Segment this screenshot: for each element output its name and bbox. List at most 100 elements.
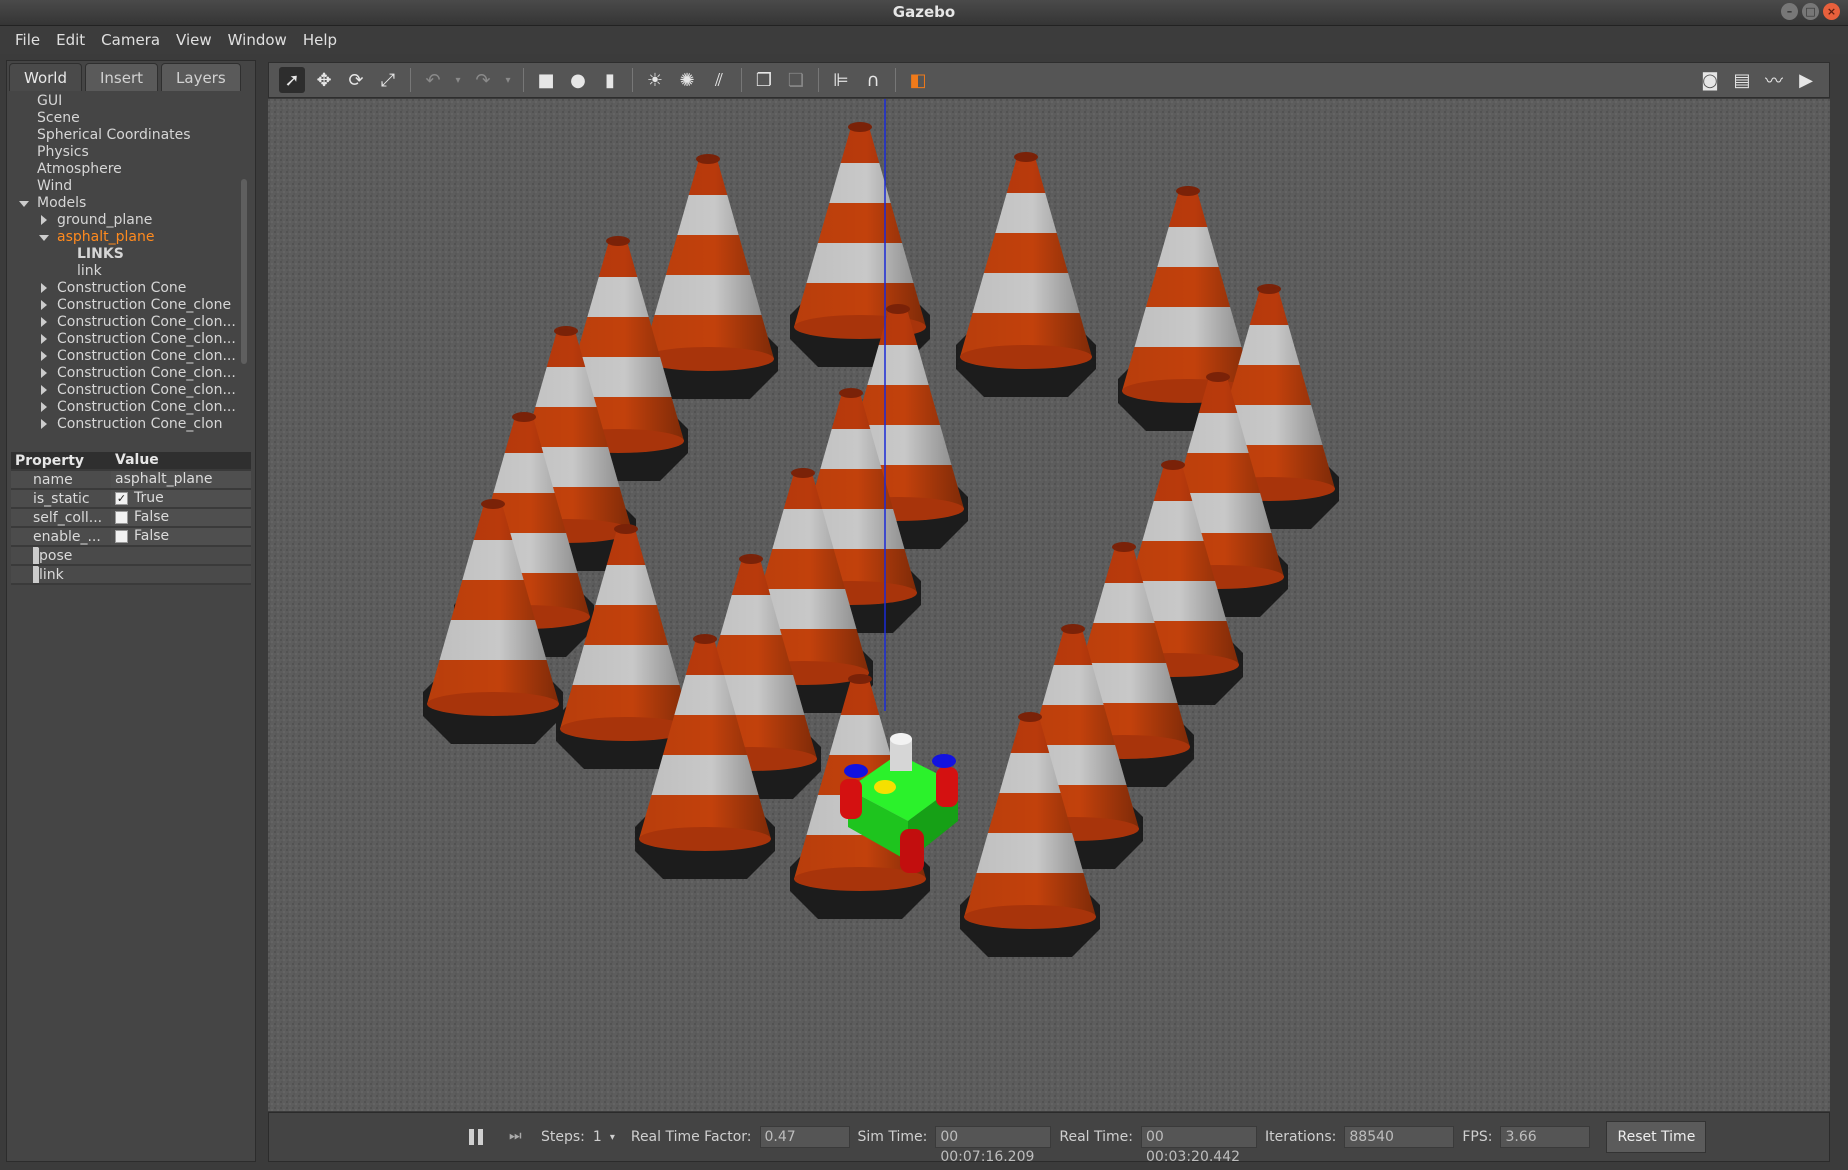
sphere-icon[interactable]: ● <box>565 67 591 93</box>
steps-dropdown-icon[interactable]: ▾ <box>610 1132 615 1143</box>
point-light-icon[interactable]: ☀ <box>642 67 668 93</box>
property-header-key: Property <box>11 452 111 469</box>
plot-icon[interactable]: 〰 <box>1761 67 1787 93</box>
rtf-field[interactable]: 0.47 <box>759 1126 850 1148</box>
checkbox[interactable]: ✓ <box>115 492 128 505</box>
menu-edit[interactable]: Edit <box>49 31 92 49</box>
box-icon[interactable]: ■ <box>533 67 559 93</box>
tree-item[interactable]: Models <box>11 195 251 212</box>
tab-insert[interactable]: Insert <box>85 63 159 91</box>
robot-sensor-top <box>890 733 912 745</box>
toolbar-separator <box>523 68 524 92</box>
tree-item-label: Construction Cone_clon... <box>57 382 236 398</box>
expand-right-icon[interactable] <box>41 385 47 395</box>
tree-item[interactable]: Construction Cone_clon... <box>11 382 251 399</box>
tree-item[interactable]: Wind <box>11 178 251 195</box>
tree-item[interactable]: Construction Cone_clone <box>11 297 251 314</box>
property-group-pose[interactable]: pose <box>11 547 251 566</box>
property-group-link[interactable]: link <box>11 566 251 585</box>
tree-item-label: GUI <box>37 93 63 109</box>
expand-down-icon[interactable] <box>39 235 49 241</box>
tree-item[interactable]: LINKS <box>11 246 251 263</box>
view-angle-icon[interactable]: ◧ <box>905 67 931 93</box>
property-value[interactable]: False <box>111 509 251 526</box>
expand-right-icon[interactable] <box>41 215 47 225</box>
expand-right-icon[interactable] <box>41 402 47 412</box>
menu-help[interactable]: Help <box>296 31 344 49</box>
expand-down-icon[interactable] <box>19 201 29 207</box>
iterations-field[interactable]: 88540 <box>1344 1126 1455 1148</box>
scene-viewport[interactable] <box>268 99 1830 1111</box>
minimize-button[interactable]: – <box>1781 3 1798 20</box>
copy-icon[interactable]: ❐ <box>751 67 777 93</box>
expand-right-icon[interactable] <box>41 351 47 361</box>
tree-item[interactable]: Scene <box>11 110 251 127</box>
tree-item[interactable]: Construction Cone_clon... <box>11 348 251 365</box>
tab-layers[interactable]: Layers <box>161 63 241 91</box>
property-key: name <box>11 471 111 488</box>
scene-render[interactable] <box>268 99 1830 1111</box>
expand-right-icon[interactable] <box>41 334 47 344</box>
tree-item[interactable]: Physics <box>11 144 251 161</box>
tree-item[interactable]: asphalt_plane <box>11 229 251 246</box>
property-value[interactable]: False <box>111 528 251 545</box>
tree-item[interactable]: ground_plane <box>11 212 251 229</box>
real-time-field[interactable]: 00 00:03:20.442 <box>1140 1126 1257 1165</box>
property-value[interactable]: ✓ True <box>111 490 251 507</box>
scale-icon[interactable]: ⤢ <box>375 67 401 93</box>
align-icon[interactable]: ⊫ <box>828 67 854 93</box>
expand-right-icon[interactable] <box>41 300 47 310</box>
menu-window[interactable]: Window <box>221 31 294 49</box>
snap-icon[interactable]: ∩ <box>860 67 886 93</box>
tree-item[interactable]: Spherical Coordinates <box>11 127 251 144</box>
undo-icon[interactable]: ↶ <box>420 67 446 93</box>
checkbox[interactable] <box>115 511 128 524</box>
record-icon[interactable]: ▶ <box>1793 67 1819 93</box>
log-icon[interactable]: ▤ <box>1729 67 1755 93</box>
tree-item[interactable]: Construction Cone_clon... <box>11 365 251 382</box>
menu-camera[interactable]: Camera <box>94 31 167 49</box>
step-icon[interactable]: ⏭ <box>509 1128 527 1146</box>
tree-item-label: Wind <box>37 178 73 194</box>
sim-time-field[interactable]: 00 00:07:16.209 <box>935 1126 1052 1165</box>
redo-icon[interactable]: ↷ <box>470 67 496 93</box>
menu-view[interactable]: View <box>169 31 219 49</box>
menu-file[interactable]: File <box>8 31 47 49</box>
rotate-icon[interactable]: ⟳ <box>343 67 369 93</box>
tree-scrollbar[interactable] <box>241 179 247 364</box>
tree-item[interactable]: Construction Cone <box>11 280 251 297</box>
screenshot-icon[interactable]: ◙ <box>1697 67 1723 93</box>
panel-tabs: World Insert Layers <box>9 63 241 91</box>
tree-item[interactable]: Construction Cone_clon... <box>11 399 251 416</box>
translate-icon[interactable]: ✥ <box>311 67 337 93</box>
undo-dropdown-icon[interactable]: ▾ <box>452 67 464 93</box>
spot-light-icon[interactable]: ✺ <box>674 67 700 93</box>
tree-item[interactable]: Construction Cone_clon... <box>11 314 251 331</box>
tree-item[interactable]: GUI <box>11 93 251 110</box>
close-button[interactable]: × <box>1823 3 1840 20</box>
maximize-button[interactable]: □ <box>1802 3 1819 20</box>
sim-time-label: Sim Time: <box>857 1129 928 1145</box>
tree-item-label: Construction Cone_clon... <box>57 399 236 415</box>
select-icon[interactable]: ➚ <box>279 67 305 93</box>
cylinder-icon[interactable]: ▮ <box>597 67 623 93</box>
pause-button[interactable] <box>469 1129 483 1145</box>
tree-item[interactable]: link <box>11 263 251 280</box>
paste-icon[interactable]: ❏ <box>783 67 809 93</box>
tree-item[interactable]: Construction Cone_clon <box>11 416 251 433</box>
fps-field[interactable]: 3.66 <box>1500 1126 1591 1148</box>
redo-dropdown-icon[interactable]: ▾ <box>502 67 514 93</box>
steps-value[interactable]: 1 <box>593 1129 602 1145</box>
directional-light-icon[interactable]: ⫽ <box>706 67 732 93</box>
expand-right-icon[interactable] <box>41 283 47 293</box>
property-value[interactable]: asphalt_plane <box>111 471 251 488</box>
expand-right-icon[interactable] <box>41 368 47 378</box>
world-tree: GUI Scene Spherical Coordinates Physics Atmo… <box>11 93 251 507</box>
expand-right-icon[interactable] <box>41 317 47 327</box>
tree-item[interactable]: Construction Cone_clon... <box>11 331 251 348</box>
reset-time-button[interactable]: Reset Time <box>1606 1121 1707 1153</box>
expand-right-icon[interactable] <box>41 419 47 429</box>
checkbox[interactable] <box>115 530 128 543</box>
tab-world[interactable]: World <box>9 63 82 91</box>
tree-item[interactable]: Atmosphere <box>11 161 251 178</box>
